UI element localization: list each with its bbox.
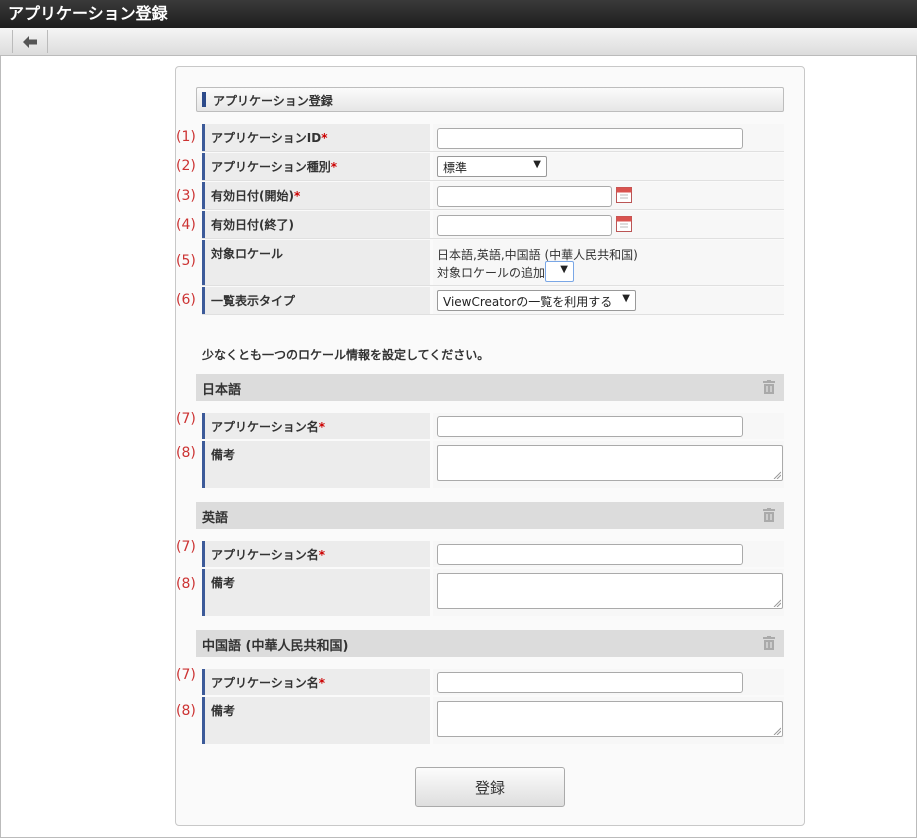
field-number: (8) (176, 703, 196, 719)
app-name-zh-input[interactable] (437, 672, 743, 693)
locale-header-chinese: 中国語 (中華人民共和国) (196, 630, 784, 657)
locale-header-english: 英語 (196, 502, 784, 529)
field-number: (6) (176, 292, 196, 308)
field-label: アプリケーション名* (202, 669, 430, 695)
memo-zh-textarea[interactable] (437, 701, 783, 737)
field-label: 一覧表示タイプ (202, 287, 430, 314)
locale-note: 少なくとも一つのロケール情報を設定してください。 (202, 348, 490, 362)
section-accent-bar (202, 92, 206, 107)
app-name-ja-input[interactable] (437, 416, 743, 437)
trash-icon[interactable] (763, 508, 775, 522)
field-number: (8) (176, 445, 196, 461)
chevron-down-icon: ▼ (622, 293, 630, 304)
field-label: アプリケーションID* (202, 124, 430, 151)
toolbar (0, 28, 917, 56)
field-number: (1) (176, 129, 196, 145)
section-header: アプリケーション登録 (196, 87, 784, 112)
chevron-down-icon: ▼ (560, 264, 568, 275)
add-locale-select[interactable]: ▼ (545, 261, 574, 282)
field-number: (5) (176, 253, 196, 269)
resize-handle-icon[interactable] (773, 599, 781, 607)
locale-list: 日本語,英語,中国語 (中華人民共和国) (437, 248, 638, 262)
list-type-select[interactable]: ViewCreatorの一覧を利用する ▼ (437, 290, 636, 311)
field-label: アプリケーション種別* (202, 153, 430, 180)
calendar-icon[interactable] (616, 215, 632, 232)
field-number: (7) (176, 411, 196, 427)
field-label: 有効日付(開始)* (202, 182, 430, 209)
field-label: アプリケーション名* (202, 541, 430, 567)
field-number: (7) (176, 539, 196, 555)
resize-handle-icon[interactable] (773, 471, 781, 479)
application-type-select[interactable]: 標準 ▼ (437, 156, 547, 177)
calendar-icon[interactable] (616, 186, 632, 203)
field-number: (3) (176, 188, 196, 204)
memo-en-textarea[interactable] (437, 573, 783, 609)
field-label: 備考 (202, 569, 430, 616)
section-title: アプリケーション登録 (213, 94, 333, 108)
app-name-en-input[interactable] (437, 544, 743, 565)
register-button[interactable]: 登録 (415, 767, 565, 807)
resize-handle-icon[interactable] (773, 727, 781, 735)
memo-ja-textarea[interactable] (437, 445, 783, 481)
field-label: 備考 (202, 697, 430, 744)
field-label: 有効日付(終了) (202, 211, 430, 238)
add-locale-label: 対象ロケールの追加 (437, 266, 546, 280)
application-id-input[interactable] (437, 128, 743, 149)
locale-header-japanese: 日本語 (196, 374, 784, 401)
valid-from-input[interactable] (437, 186, 612, 207)
trash-icon[interactable] (763, 380, 775, 394)
valid-to-input[interactable] (437, 215, 612, 236)
field-number: (7) (176, 667, 196, 683)
back-button[interactable] (12, 30, 48, 53)
field-number: (2) (176, 158, 196, 174)
field-label: 備考 (202, 441, 430, 488)
chevron-down-icon: ▼ (533, 159, 541, 170)
arrow-left-icon (23, 35, 37, 48)
field-label: 対象ロケール (202, 240, 430, 285)
field-number: (4) (176, 217, 196, 233)
trash-icon[interactable] (763, 636, 775, 650)
window-title: アプリケーション登録 (0, 0, 917, 28)
field-number: (8) (176, 576, 196, 592)
field-label: アプリケーション名* (202, 413, 430, 439)
